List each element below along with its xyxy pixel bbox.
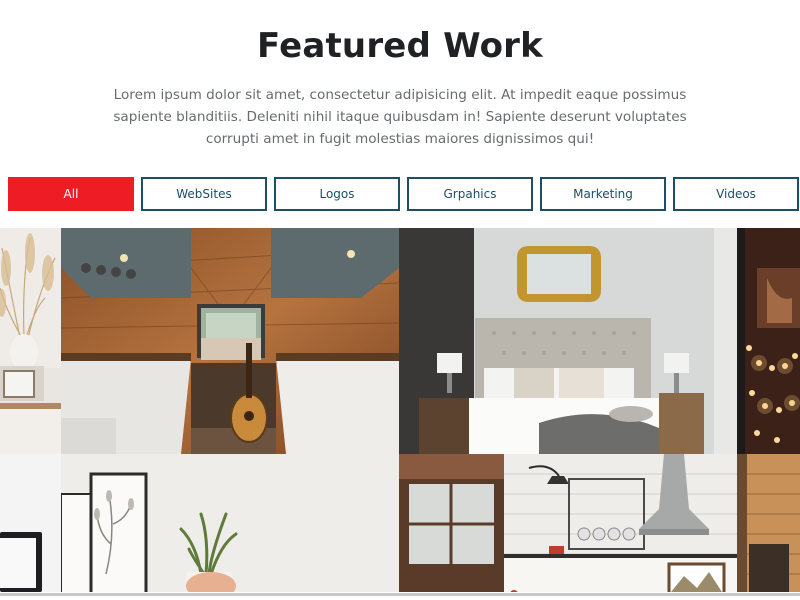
filter-bar: All WebSites Logos Grpahics Marketing Vi… (8, 177, 800, 211)
section-description: Lorem ipsum dolor sit amet, consectetur … (113, 87, 687, 147)
filter-graphics-button[interactable]: Grpahics (407, 177, 533, 211)
gallery-item-bedroom[interactable] (399, 228, 737, 454)
gallery-item-plant[interactable] (61, 454, 399, 600)
gallery-item-wooden-room[interactable] (737, 454, 800, 600)
camper-van-interior-image (61, 228, 399, 454)
gallery-item-laptop[interactable] (0, 454, 61, 600)
portfolio-gallery (0, 228, 800, 600)
string-lights-room-image (737, 228, 800, 454)
horizontal-scrollbar[interactable] (0, 593, 800, 596)
gallery-item-camper-van[interactable] (61, 228, 399, 454)
gallery-item-kitchen[interactable] (399, 454, 737, 600)
filter-all-button[interactable]: All (8, 177, 134, 211)
laptop-desk-image (0, 454, 61, 600)
filter-videos-button[interactable]: Videos (673, 177, 799, 211)
filter-marketing-button[interactable]: Marketing (540, 177, 666, 211)
kitchen-image (399, 454, 737, 600)
section-title: Featured Work (257, 26, 543, 66)
gallery-item-string-lights[interactable] (737, 228, 800, 454)
filter-websites-button[interactable]: WebSites (141, 177, 267, 211)
pampas-grass-shelf-image (0, 228, 61, 454)
wooden-room-image (737, 454, 800, 600)
bedroom-image (399, 228, 737, 454)
filter-logos-button[interactable]: Logos (274, 177, 400, 211)
gallery-item-pampas[interactable] (0, 228, 61, 454)
plant-and-frames-image (61, 454, 399, 600)
